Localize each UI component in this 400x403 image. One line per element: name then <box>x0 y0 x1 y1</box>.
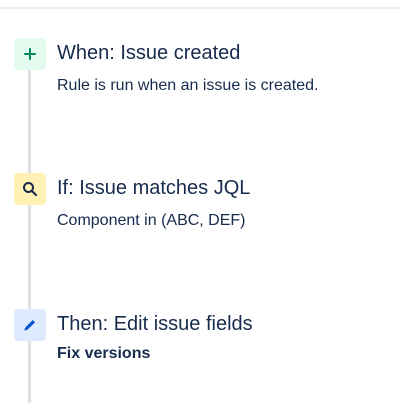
trigger-icon-badge <box>14 38 46 70</box>
rule-canvas: When: Issue created Rule is run when an … <box>0 0 400 403</box>
pencil-icon <box>24 320 35 331</box>
trigger-title: When: Issue created <box>57 42 241 64</box>
action-step[interactable]: Then: Edit issue fields Fix versions <box>14 309 394 373</box>
trigger-step[interactable]: When: Issue created Rule is run when an … <box>14 38 394 102</box>
action-field-name: Fix versions <box>57 345 151 362</box>
condition-description: Component in (ABC, DEF) <box>57 212 246 229</box>
condition-title: If: Issue matches JQL <box>57 177 251 199</box>
condition-icon-badge <box>14 173 46 205</box>
trigger-description: Rule is run when an issue is created. <box>57 77 319 94</box>
action-title: Then: Edit issue fields <box>57 313 253 335</box>
plus-icon <box>24 48 36 60</box>
condition-step[interactable]: If: Issue matches JQL Component in (ABC,… <box>14 173 394 237</box>
top-divider <box>0 7 400 9</box>
action-icon-badge <box>14 309 46 341</box>
search-icon <box>23 182 38 197</box>
